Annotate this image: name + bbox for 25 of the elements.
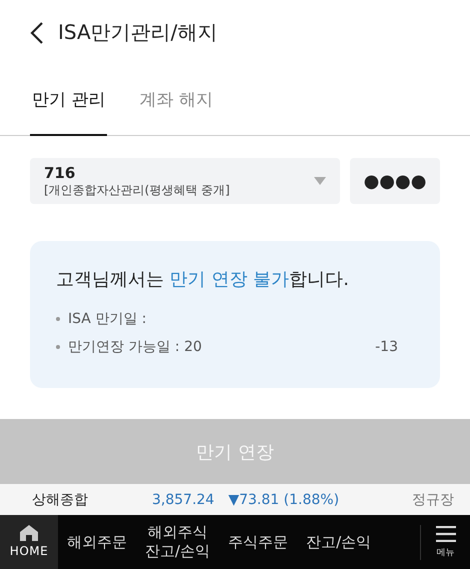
- index-value: 3,857.24: [152, 492, 214, 508]
- notice-item: 만기연장 가능일 : 20: [68, 338, 202, 356]
- bullet-icon: [56, 345, 60, 349]
- home-button[interactable]: HOME: [0, 515, 58, 569]
- notice-message: 고객님께서는 만기 연장 불가합니다.: [56, 268, 350, 291]
- password-field[interactable]: ●●●●: [350, 158, 440, 204]
- nav-item[interactable]: 잔고/손익: [297, 532, 380, 552]
- back-icon[interactable]: [30, 20, 44, 44]
- caret-icon: [314, 177, 326, 185]
- tab[interactable]: 만기 관리: [30, 65, 108, 136]
- notice-value: -13: [375, 339, 398, 355]
- index-name: 상해종합: [32, 490, 89, 508]
- nav-item[interactable]: 주식주문: [219, 532, 298, 552]
- home-icon: [20, 525, 38, 541]
- account-dropdown[interactable]: 716 [개인종합자산관리(평생혜택 중개]: [30, 158, 340, 204]
- menu-icon: [436, 526, 456, 542]
- menu-button[interactable]: 메뉴: [420, 524, 470, 560]
- tab[interactable]: 계좌 해지: [137, 65, 215, 136]
- page-title: ISA만기관리/해지: [58, 19, 218, 46]
- nav-item[interactable]: 해외주식 잔고/손익: [136, 523, 220, 561]
- index-change: ▼73.81 (1.88%): [228, 492, 340, 508]
- nav-item[interactable]: 해외주문: [58, 532, 136, 552]
- bullet-icon: [56, 317, 60, 321]
- notice-item: ISA 만기일 :: [68, 310, 146, 328]
- market-session: 정규장: [412, 490, 454, 508]
